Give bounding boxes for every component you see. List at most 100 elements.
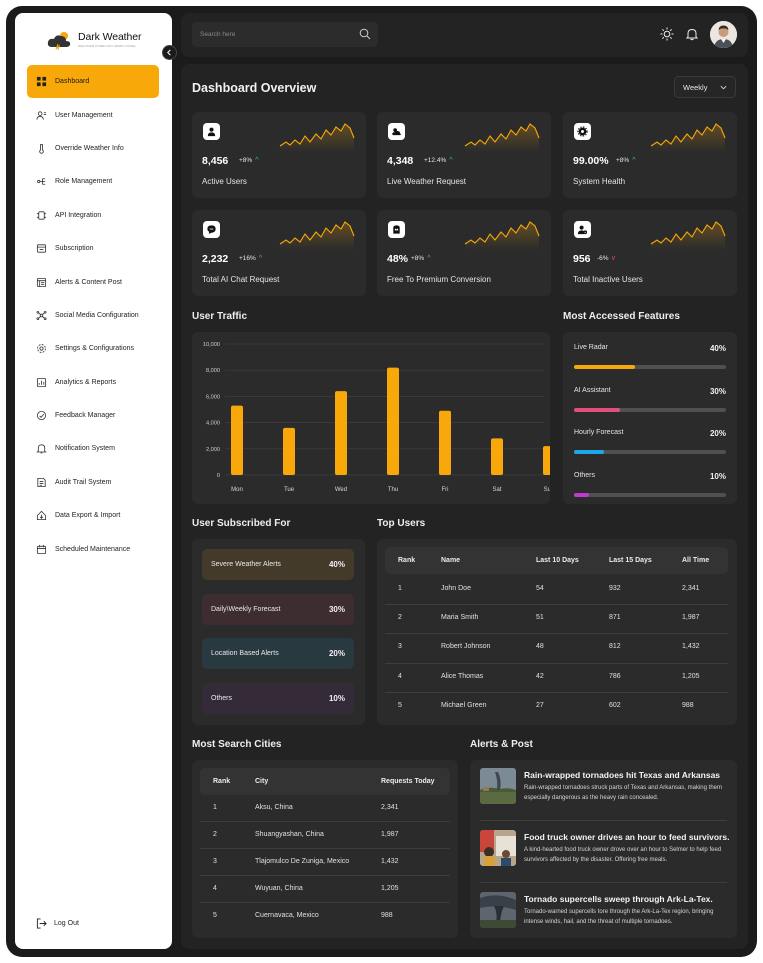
y-tick-label: 4,000	[206, 421, 220, 427]
stat-delta-value: +8%	[411, 255, 425, 262]
column-header-last-15-days: Last 15 Days	[609, 557, 652, 564]
stat-label: Active Users	[202, 177, 247, 186]
feature-progress-track	[574, 365, 726, 369]
sidebar-item-audit-trail-system[interactable]: Audit Trail System	[27, 466, 159, 499]
sidebar-item-social-media-configuration[interactable]: Social Media Configuration	[27, 299, 159, 332]
cities-title: Most Search Cities	[192, 739, 282, 750]
traffic-bar-tue[interactable]	[283, 427, 295, 475]
features-card: Live Radar 40% AI Assistant 30% Hourly Forec…	[563, 332, 737, 504]
thermometer-icon	[39, 143, 44, 154]
traffic-bar-wed[interactable]	[335, 391, 347, 475]
crown-icon	[393, 225, 400, 234]
trend-up-icon: ^	[632, 157, 636, 164]
sidebar-item-settings-configurations[interactable]: Settings & Configurations	[27, 332, 159, 365]
api-icon	[36, 211, 47, 220]
alert-title[interactable]: Rain-wrapped tornadoes hit Texas and Ark…	[524, 770, 720, 780]
table-cell-last-15-days: 786	[609, 672, 621, 680]
table-cell-city: Cuernavaca, Mexico	[255, 912, 319, 919]
trend-down-icon: v	[611, 255, 616, 262]
sidebar-item-alerts-content-post[interactable]: Alerts & Content Post	[27, 265, 159, 298]
period-select[interactable]: Weekly	[674, 76, 736, 98]
top-bar	[181, 13, 748, 57]
sidebar-item-role-management[interactable]: Role Management	[27, 165, 159, 198]
alert-description: Tornado-warned supercells tore through t…	[524, 909, 714, 925]
sidebar-item-dashboard[interactable]: Dashboard	[27, 65, 159, 99]
sidebar-item-scheduled-maintenance[interactable]: Scheduled Maintenance	[27, 532, 159, 565]
sidebar-item-override-weather-info[interactable]: Override Weather Info	[27, 132, 159, 165]
logout-button[interactable]: Log Out	[36, 918, 79, 929]
table-cell-last-15-days: 812	[609, 643, 621, 651]
export-icon	[36, 511, 47, 521]
sidebar-item-api-integration[interactable]: API Integration	[27, 199, 159, 232]
table-cell-name: Alice Thomas	[441, 672, 484, 680]
table-cell-all-time: 988	[682, 701, 694, 709]
y-tick-label: 0	[217, 473, 220, 479]
period-select-value: Weekly	[683, 82, 708, 92]
subscription-item-location-based-alerts[interactable]: Location Based Alerts 20%	[202, 638, 354, 670]
alert-post-item[interactable]: Rain-wrapped tornadoes hit Texas and Ark…	[470, 768, 737, 822]
feature-progress-fill	[574, 365, 635, 369]
table-row[interactable]	[200, 794, 450, 821]
subscription-item-others[interactable]: Others 10%	[202, 683, 354, 715]
audit-icon	[37, 477, 46, 487]
stat-icon-box	[388, 123, 405, 140]
stat-sparkline	[650, 221, 726, 250]
stat-value: 48%	[387, 253, 409, 265]
alert-post-item[interactable]: Tornado supercells sweep through Ark-La-…	[470, 892, 737, 946]
table-cell-rank: 2	[398, 614, 402, 622]
stat-card-total-ai-chat-request[interactable]: 2,232 +16% ^ Total AI Chat Request	[192, 210, 366, 296]
traffic-bar-mon[interactable]	[231, 405, 243, 475]
table-row[interactable]	[200, 821, 450, 848]
traffic-bar-fri[interactable]	[439, 410, 451, 475]
table-row[interactable]	[200, 875, 450, 902]
sidebar-item-notification-system[interactable]: Notification System	[27, 432, 159, 465]
table-cell-rank: 1	[213, 804, 217, 811]
main-panel: Dashboard Overview Weekly 8,456 +8% ^ Activ…	[181, 64, 748, 949]
alert-title[interactable]: Tornado supercells sweep through Ark-La-…	[524, 894, 713, 904]
stat-card-total-inactive-users[interactable]: 956 -6% v Total Inactive Users	[563, 210, 737, 296]
trend-up-icon: ^	[258, 255, 263, 262]
sidebar-item-user-management[interactable]: User Management	[27, 98, 159, 131]
stat-card-active-users[interactable]: 8,456 +8% ^ Active Users	[192, 112, 366, 198]
alert-title[interactable]: Food truck owner drives an hour to feed …	[524, 832, 729, 842]
notification-bell-icon[interactable]	[685, 27, 699, 41]
stat-card-live-weather-request[interactable]: 4,348 +12.4% ^ Live Weather Request	[377, 112, 551, 198]
sidebar-item-feedback-manager[interactable]: Feedback Manager	[27, 399, 159, 432]
table-row[interactable]	[200, 902, 450, 929]
cities-card: Rank City Requests Today 1 Aksu, China 2,341 2…	[192, 760, 458, 938]
user-icon	[207, 127, 216, 137]
user-avatar[interactable]	[710, 21, 737, 48]
sidebar-collapse-button[interactable]	[162, 45, 177, 60]
theme-toggle-sun-icon[interactable]	[660, 27, 674, 41]
x-tick-label: Sun	[544, 487, 550, 493]
stat-card-system-health[interactable]: 99.00% +8% ^ System Health	[563, 112, 737, 198]
table-cell-last-10-days: 42	[536, 672, 544, 680]
table-row[interactable]	[385, 575, 728, 604]
search-input[interactable]	[192, 22, 378, 47]
traffic-bar-thu[interactable]	[387, 367, 399, 475]
stat-delta-value: +8%	[616, 157, 630, 164]
table-row[interactable]	[385, 692, 728, 721]
table-cell-last-10-days: 54	[536, 585, 544, 592]
alert-post-item[interactable]: Food truck owner drives an hour to feed …	[470, 830, 737, 884]
sidebar-item-analytics-reports[interactable]: Analytics & Reports	[27, 366, 159, 399]
subscription-item-severe-weather-alerts[interactable]: Severe Weather Alerts 40%	[202, 549, 354, 580]
brand-logo[interactable]: Dark Weather WEATHER FORECAST ADMIN PANE…	[46, 30, 141, 50]
table-cell-all-time: 1,987	[682, 614, 700, 622]
table-row[interactable]	[385, 633, 728, 662]
table-row[interactable]	[385, 663, 728, 692]
table-cell-last-10-days: 48	[536, 643, 544, 651]
traffic-bar-sat[interactable]	[491, 438, 503, 475]
stat-card-free-to-premium-conversion[interactable]: 48% +8% ^ Free To Premium Conversion	[377, 210, 551, 296]
sidebar-item-data-export-import[interactable]: Data Export & Import	[27, 499, 159, 532]
search-icon[interactable]	[359, 28, 371, 40]
traffic-bar-sun[interactable]	[543, 446, 550, 475]
subscription-name: Daily\Weekly Forecast	[211, 605, 281, 613]
table-row[interactable]	[385, 604, 728, 633]
stat-delta-value: +16%	[239, 255, 256, 262]
sidebar-item-subscription[interactable]: Subscription	[27, 232, 159, 265]
subscription-item-daily-weekly-forecast[interactable]: Daily\Weekly Forecast 30%	[202, 593, 354, 625]
table-cell-last-10-days: 27	[536, 701, 544, 709]
stat-delta: +8% ^	[411, 255, 431, 262]
social-icon	[36, 310, 47, 320]
